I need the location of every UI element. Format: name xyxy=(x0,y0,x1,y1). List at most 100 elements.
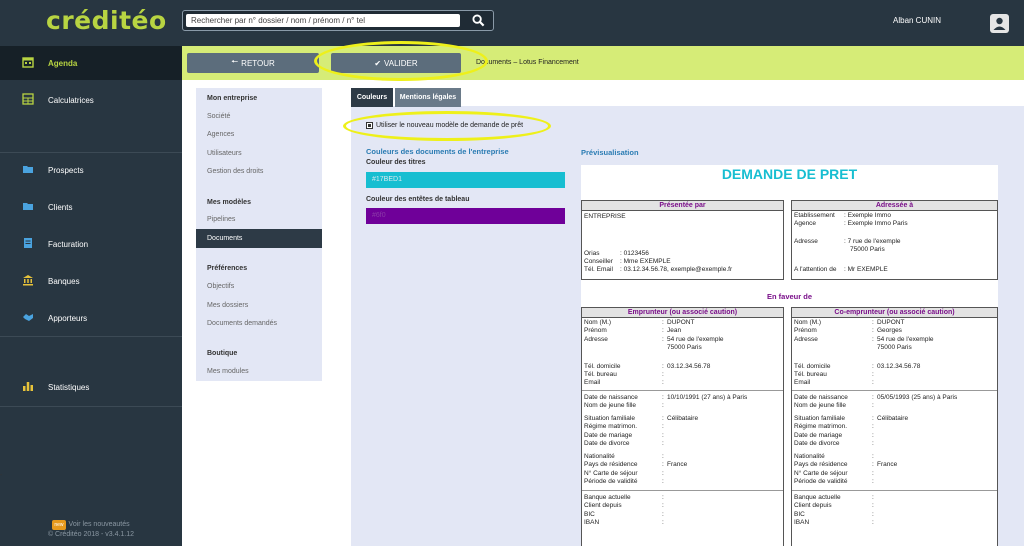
document-preview: DEMANDE DE PRET Présentée par ENTREPRISE… xyxy=(581,165,998,546)
field-label: Date de divorce xyxy=(584,440,630,447)
sidebar-item-agenda[interactable]: Agenda xyxy=(0,46,182,80)
field-label: A l'attention de xyxy=(794,266,837,273)
field-separator: : xyxy=(662,402,664,409)
field-label: Prénom xyxy=(794,327,817,334)
field-separator: : xyxy=(662,470,664,477)
field-value: 03.12.34.56.78 xyxy=(667,363,711,370)
field-value: DUPONT xyxy=(877,319,905,326)
field-separator: : xyxy=(662,461,664,468)
menu-item-modules[interactable]: Mes modules xyxy=(196,368,322,375)
field-separator: : xyxy=(872,453,874,460)
back-button[interactable]: 🠔 RETOUR xyxy=(187,53,319,73)
field-value: 54 rue de l'exemple xyxy=(877,336,934,343)
field-separator: : xyxy=(662,415,664,422)
menu-item-documents-demandes[interactable]: Documents demandés xyxy=(196,320,322,327)
field-value: France xyxy=(667,461,688,468)
section-divider xyxy=(792,390,997,391)
field-separator: : xyxy=(662,502,664,509)
arrow-left-icon: 🠔 xyxy=(231,57,239,66)
sidebar-item-banques[interactable]: Banques xyxy=(0,264,182,298)
addressed-to-box: Adressée à Etablissement : Exemple Immo … xyxy=(791,200,998,280)
field-label: Pays de résidence xyxy=(794,461,848,468)
field-label: Date de divorce xyxy=(794,440,840,447)
field-value: 75000 Paris xyxy=(667,344,702,351)
field-label: Nom (M.) xyxy=(794,319,822,326)
menu-item-documents[interactable]: Documents xyxy=(196,229,322,248)
menu-section-shop: Boutique xyxy=(207,350,238,357)
field-separator: : xyxy=(872,402,874,409)
field-separator: : xyxy=(872,363,874,370)
sidebar-footer: new Voir les nouveautés © Créditéo 2018 -… xyxy=(0,520,182,540)
field-separator: : xyxy=(662,379,664,386)
sidebar-item-label: Banques xyxy=(48,277,80,286)
field-value: DUPONT xyxy=(667,319,695,326)
version-text: © Créditéo 2018 - v3.4.1.12 xyxy=(47,531,135,538)
search-input[interactable]: Rechercher par n° dossier / nom / prénom… xyxy=(186,14,460,27)
field-value: : 7 rue de l'exemple xyxy=(844,238,901,245)
app-logo[interactable]: créditéo xyxy=(46,6,167,35)
field-label: BIC xyxy=(794,511,805,518)
menu-item-objectifs[interactable]: Objectifs xyxy=(196,283,322,290)
user-avatar-icon[interactable] xyxy=(990,14,1009,33)
field-label: Nationalité xyxy=(794,453,825,460)
preview-title: Prévisualisation xyxy=(581,148,639,157)
field-value: France xyxy=(877,461,898,468)
field-label: Banque actuelle xyxy=(584,494,631,501)
box-header: Présentée par xyxy=(582,201,783,211)
field-value: 05/05/1993 (25 ans) à Paris xyxy=(877,394,958,401)
field-value: Célibataire xyxy=(667,415,699,422)
news-link[interactable]: new Voir les nouveautés xyxy=(0,520,182,530)
field-label: Orias xyxy=(584,250,600,257)
field-label: Tél. bureau xyxy=(584,371,617,378)
borrower-box: Emprunteur (ou associé caution) Nom (M.)… xyxy=(581,307,784,546)
breadcrumb: Documents – Lotus Financement xyxy=(476,59,579,66)
title-color-label: Couleur des titres xyxy=(366,159,426,166)
sidebar-item-facturation[interactable]: Facturation xyxy=(0,227,182,261)
field-separator: : xyxy=(662,432,664,439)
invoice-icon xyxy=(24,238,32,248)
field-separator: : xyxy=(662,440,664,447)
sidebar-item-calculatrices[interactable]: Calculatrices xyxy=(0,83,182,117)
menu-section-company: Mon entreprise xyxy=(207,95,258,102)
tab-legal-mentions[interactable]: Mentions légales xyxy=(395,88,461,107)
box-header: Co-emprunteur (ou associé caution) xyxy=(792,308,997,318)
field-separator: : xyxy=(872,511,874,518)
field-label: Régime matrimon. xyxy=(794,423,848,430)
box-header: Emprunteur (ou associé caution) xyxy=(582,308,783,318)
field-separator: : xyxy=(662,394,664,401)
menu-section-models: Mes modèles xyxy=(207,199,251,206)
field-label: BIC xyxy=(584,511,595,518)
field-label: Date de naissance xyxy=(794,394,848,401)
calendar-icon xyxy=(22,57,34,68)
menu-item-utilisateurs[interactable]: Utilisateurs xyxy=(196,150,322,157)
menu-item-societe[interactable]: Société xyxy=(196,113,322,120)
field-label: N° Carte de séjour xyxy=(794,470,848,477)
back-button-label: RETOUR xyxy=(241,58,275,68)
menu-item-agences[interactable]: Agences xyxy=(196,131,322,138)
sidebar-item-statistiques[interactable]: Statistiques xyxy=(0,370,182,404)
field-label: IBAN xyxy=(584,519,600,526)
sidebar-item-apporteurs[interactable]: Apporteurs xyxy=(0,301,182,335)
sidebar-item-clients[interactable]: Clients xyxy=(0,190,182,224)
settings-menu: Mon entreprise Société Agences Utilisate… xyxy=(196,88,322,381)
field-label: Nom de jeune fille xyxy=(584,402,637,409)
field-label: Date de mariage xyxy=(794,432,843,439)
sidebar-item-prospects[interactable]: Prospects xyxy=(0,153,182,187)
user-name[interactable]: Alban CUNIN xyxy=(893,16,941,25)
menu-item-pipelines[interactable]: Pipelines xyxy=(196,216,322,223)
field-separator: : xyxy=(662,478,664,485)
field-value: Jean xyxy=(667,327,682,334)
title-color-input[interactable]: #17BED1 xyxy=(366,172,565,188)
header-color-input[interactable]: #6f0 xyxy=(366,208,565,224)
field-separator: : xyxy=(872,336,874,343)
menu-item-dossiers[interactable]: Mes dossiers xyxy=(196,302,322,309)
field-label: IBAN xyxy=(794,519,810,526)
field-separator: : xyxy=(872,371,874,378)
sidebar-item-label: Clients xyxy=(48,203,73,212)
field-value: : Mme EXEMPLE xyxy=(620,258,671,265)
field-label: Etablissement xyxy=(794,212,835,219)
tab-colors[interactable]: Couleurs xyxy=(351,88,393,107)
highlight-annotation xyxy=(343,111,551,141)
menu-item-droits[interactable]: Gestion des droits xyxy=(196,168,322,175)
search-button[interactable] xyxy=(462,11,494,30)
